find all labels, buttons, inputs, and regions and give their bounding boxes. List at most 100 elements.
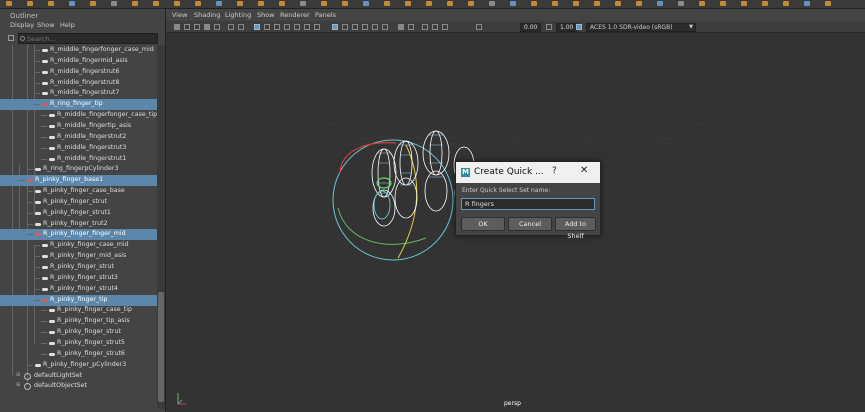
screen-space-ao-icon[interactable]	[422, 24, 428, 30]
outliner-row[interactable]: R_pinky_finger_trut2	[0, 219, 157, 230]
lights-icon[interactable]	[294, 24, 300, 30]
isolate-select-icon[interactable]	[352, 24, 358, 30]
cancel-button[interactable]: Cancel	[508, 217, 552, 231]
shadows-icon[interactable]	[304, 24, 310, 30]
toolbar-shelf-icon[interactable]	[426, 1, 432, 6]
exposure-field[interactable]: 0.00	[520, 23, 542, 32]
viewport-menu-lighting[interactable]: Lighting	[225, 11, 251, 19]
select-bracket-icon[interactable]	[8, 35, 14, 41]
toolbar-shelf-icon[interactable]	[174, 1, 180, 6]
smooth-shade-icon[interactable]	[264, 24, 270, 30]
outliner-row[interactable]: ⊞ defaultObjectSet	[0, 381, 157, 392]
outliner-row[interactable]: R_pinky_finger_strut3	[0, 273, 157, 284]
toolbar-shelf-icon[interactable]	[825, 1, 831, 6]
outliner-row[interactable]: R_middle_fingertip_asis	[0, 121, 157, 132]
toolbar-shelf-icon[interactable]	[363, 1, 369, 6]
toolbar-shelf-icon[interactable]	[237, 1, 243, 6]
toolbar-shelf-icon[interactable]	[48, 1, 54, 6]
toolbar-shelf-icon[interactable]	[468, 1, 474, 6]
outliner-row[interactable]: R_pinky_finger_strut	[0, 197, 157, 208]
toolbar-shelf-icon[interactable]	[6, 1, 12, 6]
expand-icon[interactable]: ⊞	[16, 383, 21, 388]
outliner-row[interactable]: R_middle_fingerstrut3	[0, 143, 157, 154]
grid-icon[interactable]	[214, 24, 220, 30]
add-to-shelf-button[interactable]: Add to Shelf	[555, 217, 596, 240]
toolbar-shelf-icon[interactable]	[783, 1, 789, 6]
toolbar-shelf-icon[interactable]	[741, 1, 747, 6]
outliner-row[interactable]: R_pinky_finger_case_base	[0, 186, 157, 197]
outliner-search-field[interactable]	[18, 33, 158, 44]
outliner-menu-help[interactable]: Help	[60, 21, 75, 29]
toolbar-shelf-icon[interactable]	[573, 1, 579, 6]
outliner-row[interactable]: R_middle_fingerstrut8	[0, 78, 157, 89]
playblast-icon[interactable]	[432, 24, 438, 30]
xray-icon[interactable]	[332, 24, 338, 30]
toolbar-shelf-icon[interactable]	[699, 1, 705, 6]
outliner-row[interactable]: R_pinky_finger_finger_mid	[0, 229, 157, 241]
ambient-occlusion-icon[interactable]	[314, 24, 320, 30]
outliner-scrollbar-thumb[interactable]	[158, 292, 164, 402]
toolbar-shelf-icon[interactable]	[594, 1, 600, 6]
toolbar-shelf-icon[interactable]	[531, 1, 537, 6]
image-plane-icon[interactable]	[204, 24, 210, 30]
toolbar-shelf-icon[interactable]	[258, 1, 264, 6]
viewport-menu-shading[interactable]: Shading	[194, 11, 220, 19]
outliner-row[interactable]: R_middle_fingermid_asis	[0, 56, 157, 67]
set-name-input[interactable]	[461, 198, 595, 210]
toolbar-shelf-icon[interactable]	[342, 1, 348, 6]
outliner-search-input[interactable]	[27, 34, 155, 43]
toolbar-shelf-icon[interactable]	[384, 1, 390, 6]
outliner-row[interactable]: R_ring_finger_tip	[0, 99, 157, 111]
antialiasing-icon[interactable]	[382, 24, 388, 30]
default-material-icon[interactable]	[274, 24, 280, 30]
toolbar-shelf-icon[interactable]	[216, 1, 222, 6]
toolbar-shelf-icon[interactable]	[678, 1, 684, 6]
toolbar-shelf-icon[interactable]	[720, 1, 726, 6]
select-camera-icon[interactable]	[174, 24, 180, 30]
ok-button[interactable]: OK	[461, 217, 505, 231]
toolbar-shelf-icon[interactable]	[195, 1, 201, 6]
toolbar-shelf-icon[interactable]	[447, 1, 453, 6]
xray-joints-icon[interactable]	[342, 24, 348, 30]
outliner-row[interactable]: R_ring_fingerpCylinder3	[0, 164, 157, 175]
backface-icon[interactable]	[362, 24, 368, 30]
outliner-row[interactable]: R_pinky_finger_case_tip	[0, 305, 157, 316]
toolbar-shelf-icon[interactable]	[27, 1, 33, 6]
depth-of-field-icon[interactable]	[398, 24, 404, 30]
gamma-icon[interactable]	[546, 24, 552, 30]
camera-attributes-icon[interactable]	[184, 24, 190, 30]
film-gate-icon[interactable]	[228, 24, 234, 30]
toolbar-shelf-icon[interactable]	[132, 1, 138, 6]
outliner-row[interactable]: R_middle_fingerfonger_case_mid	[0, 45, 157, 56]
toolbar-shelf-icon[interactable]	[657, 1, 663, 6]
expand-icon[interactable]: ⊞	[16, 372, 21, 378]
gamma-field[interactable]: 1.00	[556, 23, 578, 32]
toolbar-shelf-icon[interactable]	[279, 1, 285, 6]
outliner-row[interactable]: R_pinky_finger_strut6	[0, 349, 157, 360]
dialog-titlebar[interactable]: M Create Quick ... ? ✕	[456, 162, 600, 183]
color-space-select[interactable]: ACES 1.0 SDR-video (sRGB) ▼	[586, 23, 696, 32]
hud-icon[interactable]	[408, 24, 414, 30]
viewport-menu-view[interactable]: View	[172, 11, 187, 19]
outliner-row[interactable]: R_pinky_finger_strut	[0, 327, 157, 338]
help-button[interactable]: ?	[552, 166, 557, 176]
viewport-menu-show[interactable]: Show	[257, 11, 275, 19]
bookmarks-icon[interactable]	[194, 24, 200, 30]
textured-icon[interactable]	[284, 24, 290, 30]
viewport-menu-renderer[interactable]: Renderer	[280, 11, 310, 19]
viewport-menu-panels[interactable]: Panels	[315, 11, 336, 19]
toolbar-shelf-icon[interactable]	[153, 1, 159, 6]
outliner-row[interactable]: R_pinky_finger_pCylinder3	[0, 360, 157, 371]
outliner-row[interactable]: R_pinky_finger_strut1	[0, 208, 157, 219]
outliner-row[interactable]: R_pinky_finger_base1	[0, 175, 157, 187]
toolbar-shelf-icon[interactable]	[321, 1, 327, 6]
motion-blur-icon[interactable]	[372, 24, 378, 30]
toolbar-shelf-icon[interactable]	[300, 1, 306, 6]
exposure-icon[interactable]	[476, 24, 482, 30]
toolbar-shelf-icon[interactable]	[762, 1, 768, 6]
outliner-row[interactable]: R_pinky_finger_strut4	[0, 284, 157, 295]
outliner-menu-show[interactable]: Show	[37, 21, 55, 29]
outliner-scrollbar[interactable]	[157, 45, 165, 409]
wireframe-icon[interactable]	[254, 24, 260, 30]
outliner-row[interactable]: R_middle_fingerstrut2	[0, 132, 157, 143]
